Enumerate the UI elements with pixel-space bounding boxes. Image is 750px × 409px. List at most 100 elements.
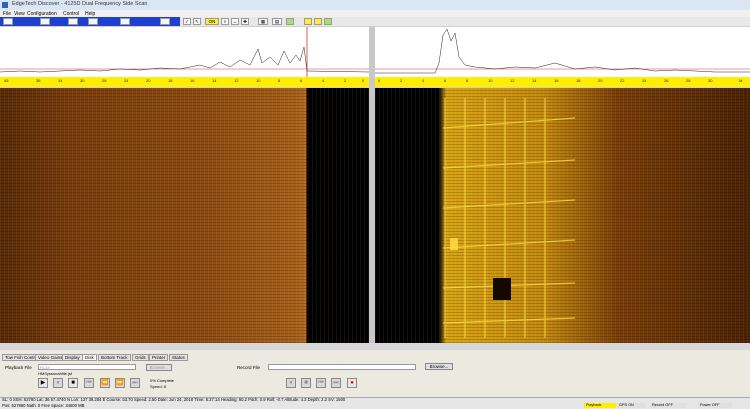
power-indicator: Power OFF [698,403,732,408]
ruler-tick: 14 [532,78,537,83]
gain-select[interactable] [40,18,50,25]
ruler-tick: 30 [80,78,85,83]
stop-button[interactable]: ■ [68,378,78,388]
ruler-tick: 16 [554,78,559,83]
ruler-tick: 4 [322,78,325,83]
ruler-tick: 20 [146,78,151,83]
record-browse-button[interactable]: Browse... [425,363,453,370]
waveform-port [0,27,370,77]
gps-indicator: GPS ON [617,403,645,408]
ruler-tick: M [739,78,743,83]
ruler-tick: 24 [124,78,129,83]
ruler-tick: 2 [400,78,403,83]
tab-grids[interactable]: Grids [132,354,149,361]
playback-progress: 0% Complete [150,378,175,383]
ruler-tick: 14 [212,78,217,83]
scale-select[interactable] [68,18,78,25]
toolbar: ✓ ↖ ON ⌕ ↔ ✚ ▦ ▤ [0,17,750,26]
ruler-tick: 2 [344,78,347,83]
waveform-starboard [375,27,750,77]
range-ruler-starboard: 0 2 4 6 8 10 12 14 16 18 20 22 24 26 28 … [375,77,750,87]
ruler-tick: 28 [102,78,107,83]
ruler-tick: 34 [58,78,63,83]
record-skip-start-button[interactable]: ⏮ [316,378,326,388]
range-select[interactable] [3,18,13,25]
color-select[interactable] [88,18,98,25]
record-button[interactable]: ● [347,378,357,388]
playback-indicator: Playback [584,403,616,408]
ruler-tick: 8 [278,78,281,83]
playback-browse-button[interactable]: Browse... [146,364,172,371]
title-bar: EdgeTech Discover - 4125D Dual Frequency… [0,0,750,10]
sonar-image-port[interactable] [0,88,369,343]
wreck-structure [442,98,576,338]
play-button[interactable]: ▶ [38,378,48,388]
on-button[interactable]: ON [205,18,219,25]
layout-icon[interactable]: ▦ [258,18,268,25]
ruler-tick: 24 [642,78,647,83]
panel-splitter[interactable] [0,343,750,350]
ruler-tick: 38 [36,78,41,83]
tab-status[interactable]: Status [169,354,188,361]
display-icon[interactable] [304,18,312,25]
ruler-tick: 20 [598,78,603,83]
ruler-tick: 6 [444,78,447,83]
target-icon[interactable] [286,18,294,25]
playback-file-label: Playback File [5,365,32,370]
range-ruler-port: 45 38 34 30 28 24 20 18 16 14 12 10 8 6 … [0,77,369,87]
ruler-tick: 0 [362,78,365,83]
nav-readout: SL: 0 SSH: 52760 Lat: 36 57.4740 N Lon: … [2,397,346,402]
cursor-icon[interactable]: ↖ [193,18,201,25]
ruler-tick: 6 [300,78,303,83]
check-icon[interactable]: ✓ [183,18,191,25]
playback-file-field[interactable]: RLAY [38,364,136,370]
tab-bottom-track[interactable]: Bottom Track [98,354,131,361]
ruler-tick: 28 [686,78,691,83]
skip-start-button[interactable]: ⏮ [84,378,94,388]
image-divider[interactable] [369,88,375,343]
rewind-button[interactable]: ⏪ [100,378,110,388]
sonar-image-starboard[interactable] [375,88,750,343]
record-file-label: Record File [237,365,261,370]
tab-disk[interactable]: Disk [82,354,97,361]
marker-icon[interactable]: ✚ [241,18,249,25]
record-pause-button[interactable]: ⏸ [286,378,296,388]
record-file-field[interactable] [268,364,416,370]
status-icon[interactable] [324,18,332,25]
record-indicator: Record OFF [650,403,686,408]
menu-bar: File View Configuration Control Help [0,10,750,17]
app-icon [2,2,8,8]
print-icon[interactable] [314,18,322,25]
ruler-tick: 16 [190,78,195,83]
ruler-tick: 4 [422,78,425,83]
freq-select[interactable] [160,18,170,25]
tab-video-gains[interactable]: Video Gains [35,354,66,361]
ruler-tick: 10 [488,78,493,83]
tab-printer[interactable]: Printer [149,354,169,361]
zoom-icon[interactable]: ⌕ [221,18,229,25]
ruler-tick: 18 [168,78,173,83]
ruler-tick: 8 [466,78,469,83]
record-skip-end-button[interactable]: ⏭ [331,378,341,388]
ruler-tick: 30 [708,78,713,83]
grid-icon[interactable]: ▤ [272,18,282,25]
fast-forward-button[interactable]: ⏩ [115,378,125,388]
window-title: EdgeTech Discover - 4125D Dual Frequency… [12,1,148,7]
ruler-tick: 22 [620,78,625,83]
disk-readout: Pos: 527960 Nath: 0 Free Space: 34600 MB [2,403,85,408]
skip-end-button[interactable]: ⏭ [130,378,140,388]
record-stop-button[interactable]: ■ [301,378,311,388]
pause-button[interactable]: ⏸ [53,378,63,388]
ruler-tick: 0 [378,78,381,83]
waveform-starboard-trace [375,28,750,74]
ruler-tick: 10 [256,78,261,83]
ruler-tick: 12 [234,78,239,83]
measure-icon[interactable]: ↔ [231,18,239,25]
waveform-port-trace [0,27,370,77]
ruler-tick: 45 [4,78,9,83]
ruler-tick: 12 [510,78,515,83]
speed-select[interactable] [120,18,130,25]
ruler-tick: 26 [664,78,669,83]
playback-speed: Speed: 8 [150,384,167,389]
tab-display[interactable]: Display [62,354,83,361]
